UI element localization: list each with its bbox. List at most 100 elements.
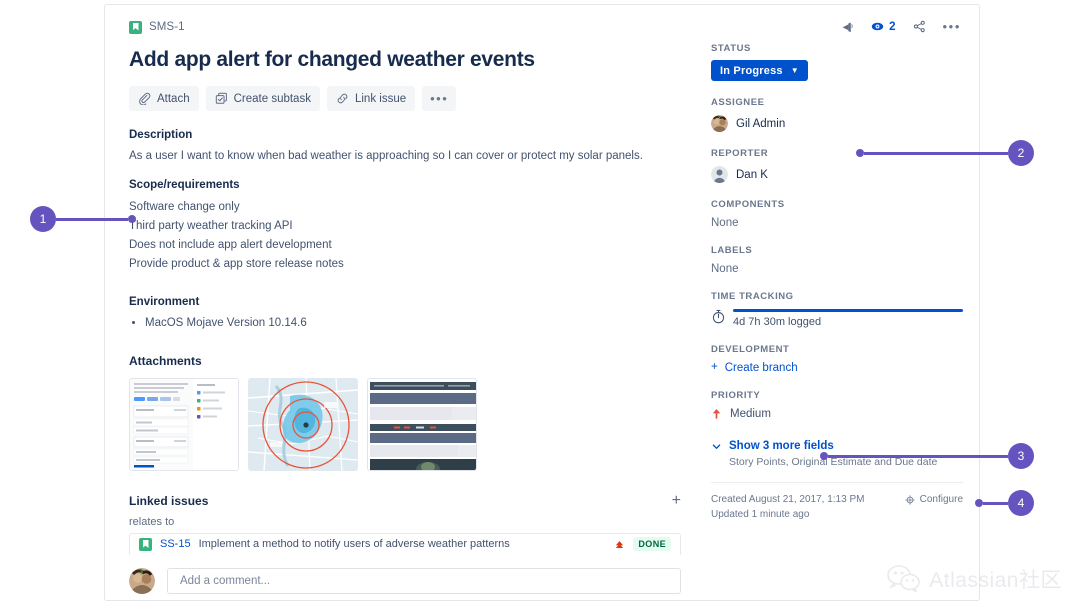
field-development: DEVELOPMENT + Create branch [711, 344, 963, 374]
attachment-thumb-map[interactable] [248, 377, 358, 471]
linked-issue-summary[interactable]: Implement a method to notify users of ad… [199, 538, 607, 550]
priority-value[interactable]: Medium [711, 408, 963, 420]
field-components: COMPONENTS None [711, 199, 963, 229]
assignee-label: ASSIGNEE [711, 97, 765, 108]
scope-item: Software change only [129, 200, 240, 213]
field-assignee: ASSIGNEE Gil Admin [711, 97, 963, 132]
issue-key[interactable]: SMS-1 [149, 21, 185, 33]
field-status: STATUS In Progress ▼ [711, 43, 963, 81]
configure-button[interactable]: Configure [904, 494, 963, 505]
chevron-down-icon: ▼ [790, 66, 799, 75]
avatar[interactable] [129, 567, 155, 594]
avatar [711, 115, 728, 132]
reporter-name: Dan K [736, 168, 768, 181]
create-subtask-button[interactable]: Create subtask [205, 86, 320, 112]
issue-action-buttons: Attach Create subtask Link issue ••• [129, 86, 681, 112]
components-value[interactable]: None [711, 217, 963, 229]
time-tracking-value[interactable]: 4d 7h 30m logged [711, 309, 963, 328]
paperclip-icon [139, 92, 151, 106]
field-priority: PRIORITY Medium [711, 390, 963, 420]
create-branch-label: Create branch [724, 362, 798, 374]
description-heading: Description [129, 129, 193, 142]
subtask-icon [215, 92, 227, 104]
created-date: Created August 21, 2017, 1:13 PM [711, 494, 865, 505]
assignee-name: Gil Admin [736, 117, 786, 130]
create-branch-link[interactable]: + Create branch [711, 362, 963, 374]
link-relation-label: relates to [129, 515, 175, 528]
issue-details-sidebar: STATUS In Progress ▼ ASSIGNEE Gil Admin … [705, 5, 979, 600]
issue-meta: Created August 21, 2017, 1:13 PM Configu… [711, 482, 963, 520]
field-labels: LABELS None [711, 245, 963, 275]
assignee-value[interactable]: Gil Admin [711, 115, 963, 132]
environment-list: MacOS Mojave Version 10.14.6 [129, 315, 681, 332]
callout-2: 2 [856, 140, 1034, 166]
updated-date: Updated 1 minute ago [711, 509, 810, 520]
show-more-label: Show 3 more fields [729, 440, 834, 452]
add-linked-issue-button[interactable]: + [672, 492, 681, 509]
wechat-icon [887, 565, 921, 593]
labels-value[interactable]: None [711, 263, 963, 275]
page-title: Add app alert for changed weather events [129, 48, 535, 71]
comment-input[interactable]: Add a comment... [167, 567, 681, 594]
attachment-thumb-form[interactable] [129, 377, 239, 471]
linked-issues-title: Linked issues [129, 493, 209, 508]
epic-square-icon [129, 20, 142, 34]
callout-1: 1 [30, 206, 136, 232]
callout-3: 3 [820, 443, 1034, 469]
comment-placeholder: Add a comment... [180, 574, 271, 587]
status-value: In Progress [720, 64, 783, 77]
more-actions-button[interactable]: ••• [422, 86, 457, 112]
chevron-down-icon [712, 443, 721, 449]
plus-icon: + [711, 361, 718, 374]
time-logged: 4d 7h 30m logged [733, 316, 822, 328]
priority-label: PRIORITY [711, 390, 761, 401]
callout-3-number: 3 [1008, 443, 1034, 469]
linked-issue-key[interactable]: SS-15 [160, 538, 191, 550]
components-label: COMPONENTS [711, 199, 785, 210]
reporter-value[interactable]: Dan K [711, 166, 963, 183]
gear-icon [904, 494, 915, 505]
link-issue-label: Link issue [354, 92, 407, 105]
attach-button[interactable]: Attach [129, 86, 199, 112]
labels-label: LABELS [711, 245, 753, 256]
priority-medium-icon [712, 409, 721, 419]
create-subtask-label: Create subtask [233, 92, 311, 105]
scope-item: Third party weather tracking API [129, 219, 293, 232]
add-comment-row: Add a comment... [129, 567, 681, 594]
issue-type-icon [139, 537, 152, 551]
issue-main-content: SMS-1 Add app alert for changed weather … [105, 5, 705, 600]
issue-card: 2 ••• SMS-1 Add app alert for changed we… [104, 4, 980, 601]
scope-list: Software change only Third party weather… [129, 198, 681, 274]
priority-high-icon [616, 541, 624, 548]
attachment-thumbnails [129, 377, 681, 471]
development-label: DEVELOPMENT [711, 344, 790, 355]
status-dropdown[interactable]: In Progress ▼ [711, 60, 808, 81]
status-badge: DONE [633, 537, 671, 552]
scope-item: Provide product & app store release note… [129, 257, 344, 270]
stopwatch-icon [712, 309, 725, 324]
configure-label: Configure [919, 494, 963, 505]
priority-name: Medium [730, 408, 771, 420]
attach-label: Attach [157, 92, 190, 105]
environment-heading: Environment [129, 295, 200, 308]
attachments-heading: Attachments [129, 353, 202, 368]
link-issue-button[interactable]: Link issue [326, 86, 416, 112]
screenshot-root: 2 ••• SMS-1 Add app alert for changed we… [0, 0, 1080, 610]
scope-heading: Scope/requirements [129, 178, 240, 191]
callout-1-number: 1 [30, 206, 56, 232]
avatar [711, 166, 728, 183]
breadcrumb: SMS-1 [129, 19, 681, 35]
watermark: Atlassian社区 [887, 564, 1062, 594]
attachment-thumb-document[interactable] [367, 377, 477, 471]
list-item: MacOS Mojave Version 10.14.6 [145, 315, 681, 332]
table-row[interactable]: SS-15 Implement a method to notify users… [129, 532, 681, 555]
field-time-tracking: TIME TRACKING 4d 7h 30m logged [711, 291, 963, 328]
callout-2-number: 2 [1008, 140, 1034, 166]
callout-4-number: 4 [1008, 490, 1034, 516]
description-text: As a user I want to know when bad weathe… [129, 150, 643, 163]
linked-issues-header: Linked issues + [129, 492, 681, 509]
link-icon [337, 93, 348, 104]
watermark-text: Atlassian社区 [929, 569, 1062, 592]
time-tracking-bar [733, 309, 963, 312]
time-tracking-label: TIME TRACKING [711, 291, 794, 302]
